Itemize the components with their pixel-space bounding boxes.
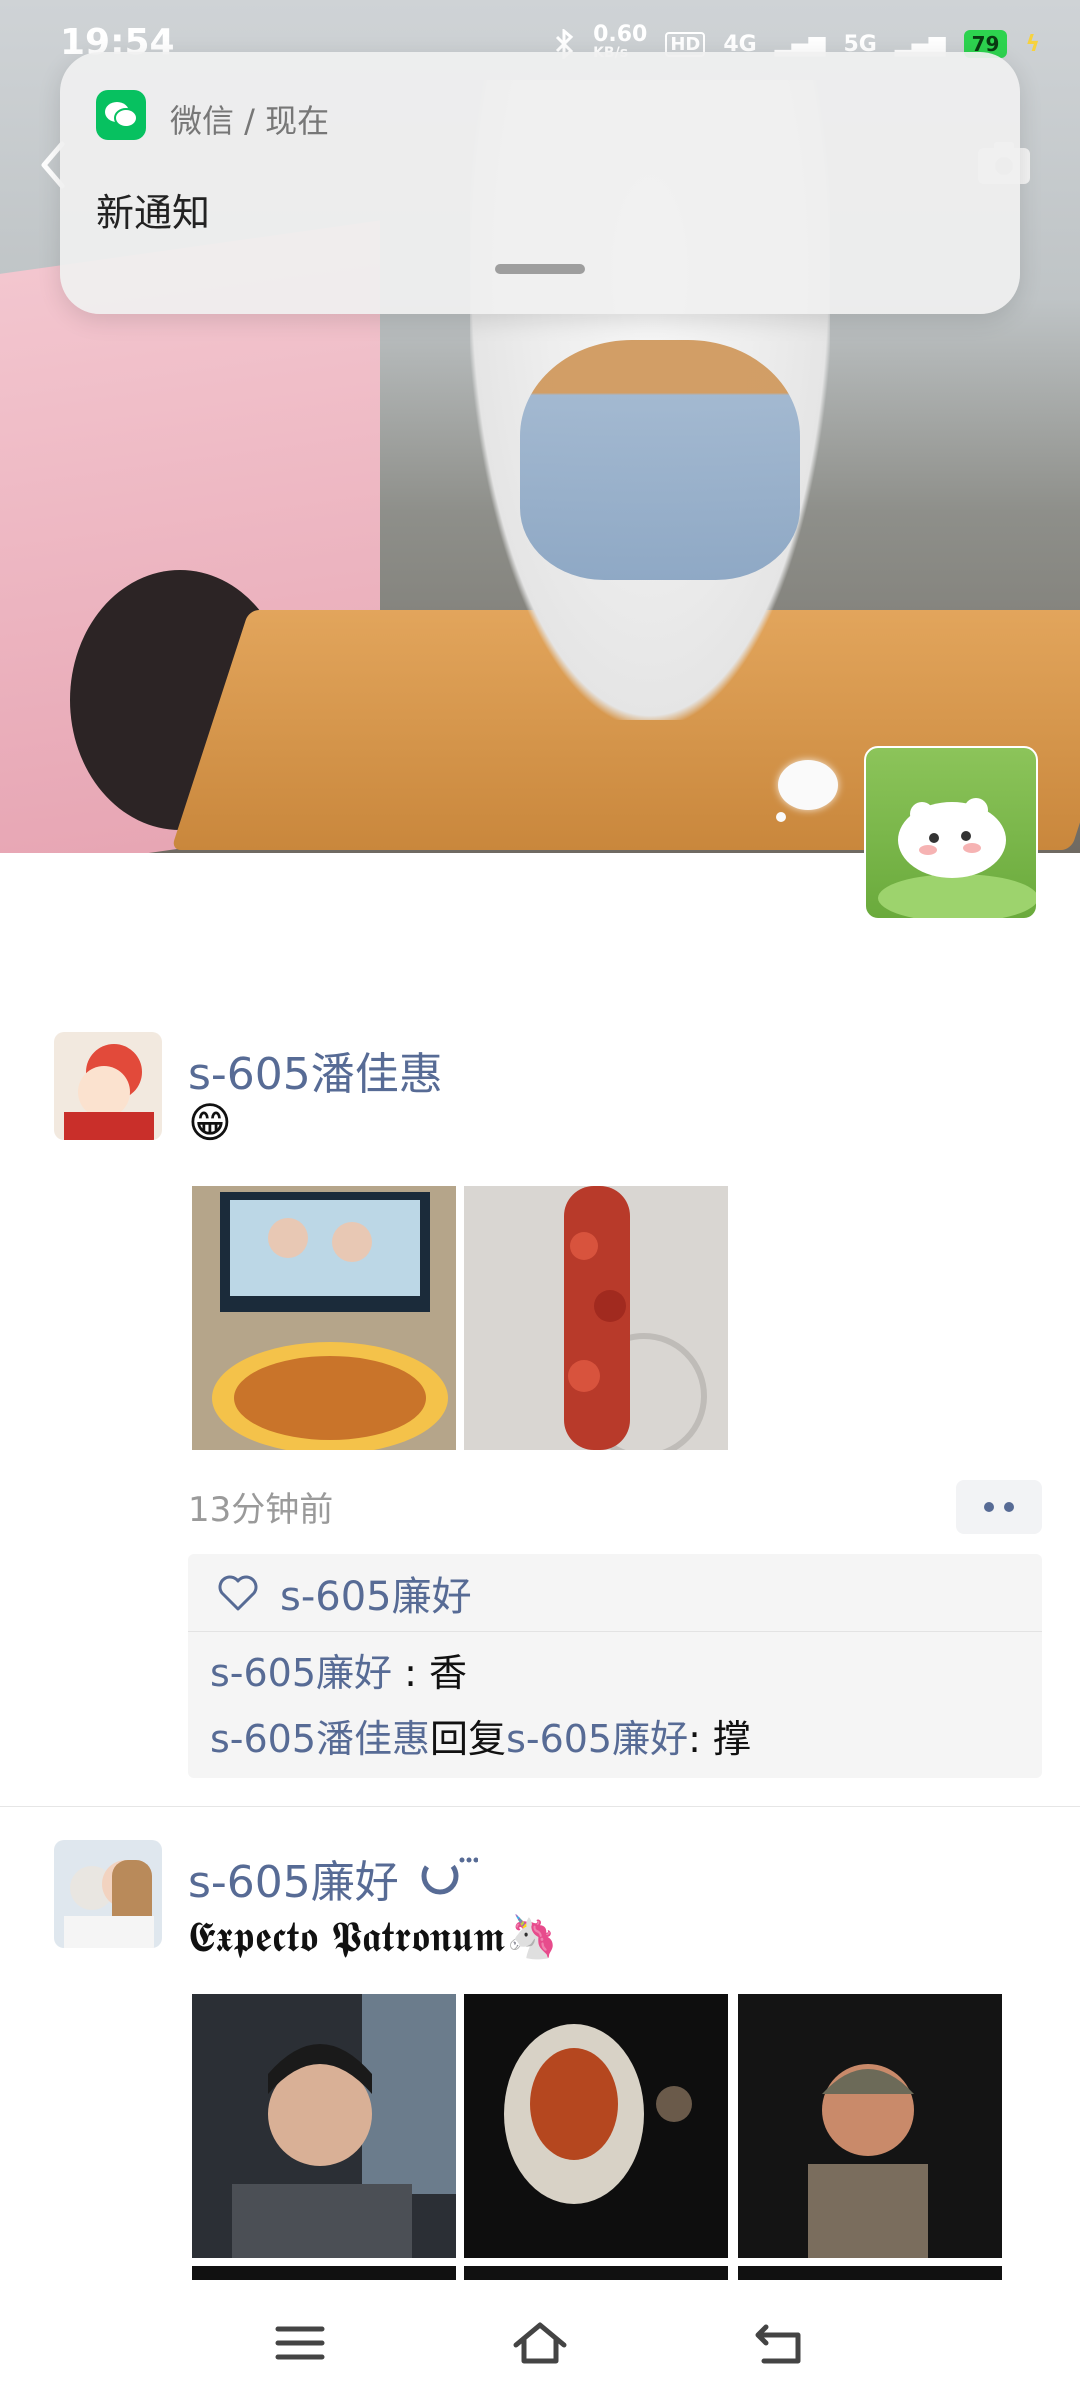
dot-icon <box>984 1502 994 1512</box>
comment-separator: : <box>688 1717 713 1761</box>
like-user[interactable]: s-605廉好 <box>280 1564 472 1622</box>
hamster-avatar-icon <box>878 798 1036 918</box>
post-text: 😁 <box>188 1098 232 1147</box>
cloud-icon <box>778 760 838 810</box>
menu-icon[interactable] <box>272 2315 328 2371</box>
comment[interactable]: s-605廉好 : 香 <box>188 1640 1042 1706</box>
charging-icon: ϟ <box>1025 31 1040 57</box>
comment-separator: : <box>392 1651 430 1695</box>
dot-icon <box>1004 1502 1014 1512</box>
cloud-dot <box>776 812 786 822</box>
back-icon[interactable] <box>752 2315 808 2371</box>
post-image[interactable] <box>464 1186 728 1450</box>
post-divider <box>0 1806 1080 1807</box>
status-bubble-icon <box>421 1857 478 1895</box>
home-icon[interactable] <box>512 2315 568 2371</box>
notification-banner[interactable]: 微信 / 现在 新通知 <box>60 52 1020 314</box>
comment-content: 香 <box>429 1651 468 1695</box>
avatar[interactable] <box>54 1032 162 1140</box>
post-author-name[interactable]: s-605潘佳惠 <box>188 1038 443 1102</box>
post-timestamp: 13分钟前 <box>188 1490 334 1530</box>
cover-cat-sweater <box>520 340 800 580</box>
comment-author[interactable]: s-605廉好 <box>210 1651 392 1695</box>
notification-drag-handle[interactable] <box>495 264 585 274</box>
notification-message: 新通知 <box>96 191 211 235</box>
post-image[interactable] <box>192 1994 456 2258</box>
comment-author[interactable]: s-605潘佳惠 <box>210 1717 430 1761</box>
net-speed-value: 0.60 <box>593 22 648 47</box>
post-image[interactable] <box>192 2266 456 2280</box>
avatar[interactable] <box>54 1840 162 1948</box>
wechat-icon <box>96 90 146 140</box>
post-more-button[interactable] <box>956 1480 1042 1534</box>
post-image[interactable] <box>464 1994 728 2258</box>
notification-app-name: 微信 / 现在 <box>170 102 330 140</box>
comment-reply-word: 回复 <box>430 1717 507 1761</box>
post-image[interactable] <box>192 1186 456 1450</box>
profile-avatar[interactable] <box>864 746 1038 920</box>
likes-comments-box: s-605廉好 s-605廉好 : 香 s-605潘佳惠回复s-605廉好: 撑 <box>188 1554 1042 1778</box>
post-image[interactable] <box>738 2266 1002 2280</box>
post-image[interactable] <box>464 2266 728 2280</box>
post-text: 𝕰𝖝𝖕𝖊𝖈𝖙𝖔 𝕻𝖆𝖙𝖗𝖔𝖓𝖚𝖒🦄 <box>188 1912 558 1961</box>
comment-reply-target[interactable]: s-605廉好 <box>506 1717 688 1761</box>
comment[interactable]: s-605潘佳惠回复s-605廉好: 撑 <box>188 1706 1042 1772</box>
likes-row: s-605廉好 <box>188 1554 1042 1632</box>
post-image[interactable] <box>738 1994 1002 2258</box>
system-nav-bar <box>0 2282 1080 2404</box>
heart-icon <box>218 1575 258 1610</box>
post-author-name[interactable]: s-605廉好 <box>188 1846 399 1910</box>
comment-content: 撑 <box>713 1717 752 1761</box>
